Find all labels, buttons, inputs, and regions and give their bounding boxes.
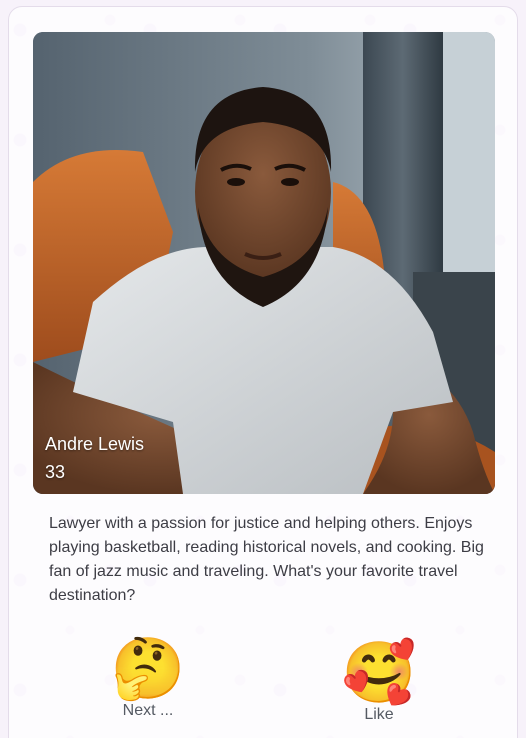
profile-photo: Andre Lewis 33	[33, 32, 495, 494]
next-button[interactable]: 🤔 Next ...	[109, 636, 187, 720]
profile-age: 33	[45, 462, 66, 482]
profile-bio: Lawyer with a passion for justice and he…	[49, 515, 484, 604]
next-button-label: Next ...	[122, 702, 174, 719]
profile-name: Andre Lewis	[45, 434, 145, 454]
profile-card: Andre Lewis 33 Lawyer with a passion for…	[8, 6, 518, 738]
profile-photo-image	[33, 32, 495, 494]
like-button[interactable]: 🥰 Like	[340, 640, 418, 724]
like-button-label: Like	[364, 706, 394, 723]
thinking-face-icon: 🤔	[110, 635, 186, 702]
smiling-face-with-hearts-icon: 🥰	[341, 639, 417, 706]
